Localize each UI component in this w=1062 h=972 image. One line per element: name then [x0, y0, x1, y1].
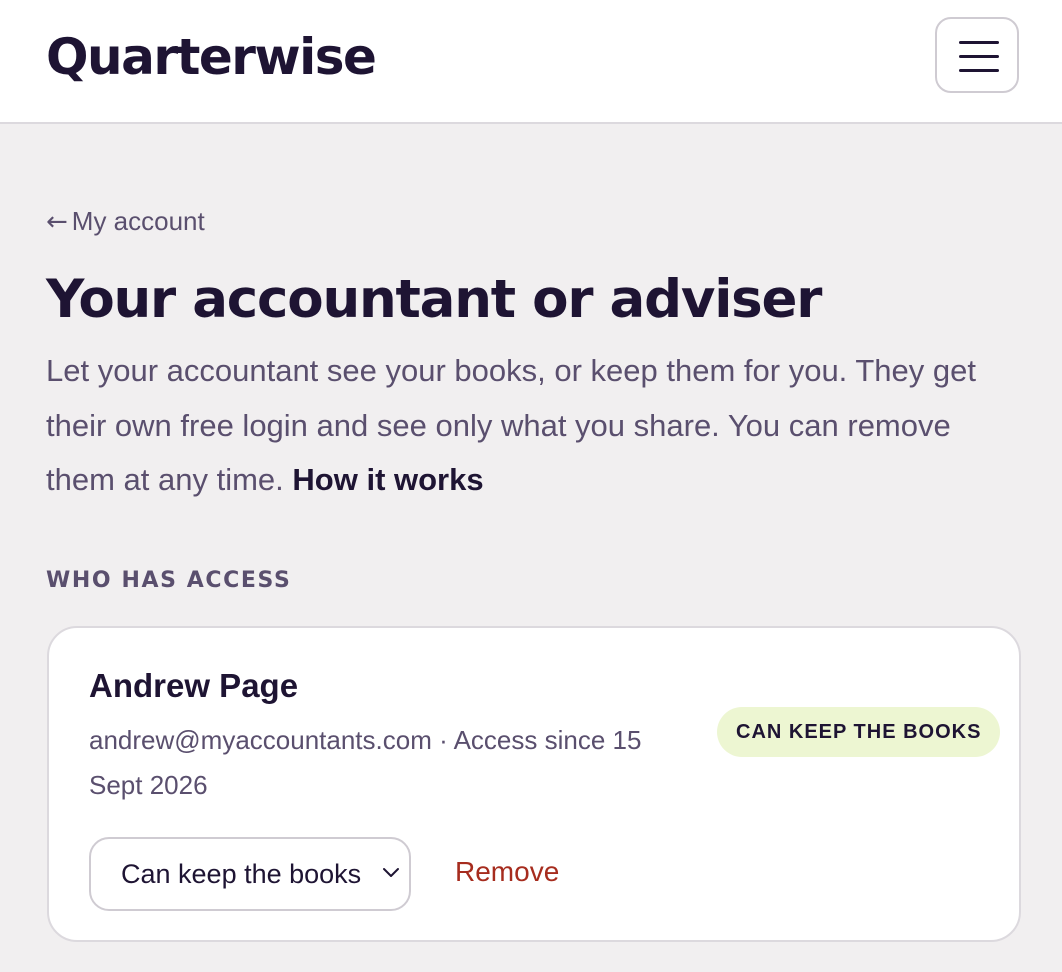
person-details: andrew@myaccountants.com · Access since …: [89, 718, 649, 808]
intro-text: Let your accountant see your books, or k…: [46, 344, 996, 508]
access-card: Andrew Page andrew@myaccountants.com · A…: [47, 626, 1021, 942]
person-name: Andrew Page: [89, 667, 299, 704]
quarterwise-logo[interactable]: Quarterwise: [46, 22, 377, 92]
top-bar: Quarterwise: [0, 0, 1062, 124]
remove-access-link[interactable]: Remove: [455, 852, 559, 892]
hamburger-menu-icon: [959, 41, 999, 72]
back-to-my-account-link[interactable]: ← My account: [46, 204, 205, 239]
back-link-label: My account: [71, 206, 205, 236]
chevron-down-icon: [383, 868, 399, 877]
how-it-works-link[interactable]: How it works: [292, 462, 483, 497]
meta-separator: ·: [439, 725, 448, 755]
intro-body: Let your accountant see your books, or k…: [46, 353, 976, 497]
access-level-badge: CAN KEEP THE BOOKS: [717, 707, 1001, 757]
person-email: andrew@myaccountants.com: [89, 725, 432, 755]
access-level-select[interactable]: Can keep the books: [89, 837, 411, 911]
access-level-selected-value: Can keep the books: [121, 859, 362, 889]
page-title: Your accountant or adviser: [46, 269, 822, 330]
menu-button[interactable]: [935, 17, 1019, 93]
left-arrow-icon: ←: [46, 207, 68, 237]
who-has-access-heading: WHO HAS ACCESS: [46, 568, 292, 593]
